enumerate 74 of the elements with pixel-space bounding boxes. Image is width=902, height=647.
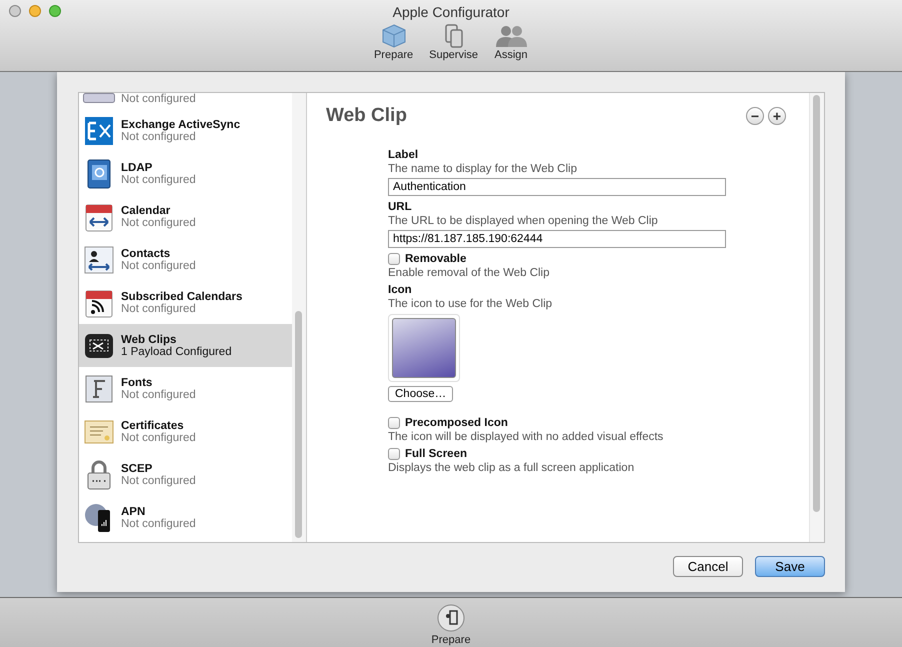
field-label: Icon xyxy=(388,284,412,296)
cancel-button[interactable]: Cancel xyxy=(673,556,743,577)
field-label: URL xyxy=(388,201,413,213)
scrollbar-thumb[interactable] xyxy=(295,311,302,538)
contacts-icon xyxy=(83,244,115,276)
field-description: The icon will be displayed with no added visual effects xyxy=(388,431,664,443)
payload-status: Not configured xyxy=(121,260,196,272)
payload-name: Web Clips xyxy=(121,334,178,346)
payload-name: Certificates xyxy=(121,420,185,432)
image-well[interactable] xyxy=(388,314,460,382)
toolbar-button[interactable]: Supervise xyxy=(429,24,478,61)
payload-name: Fonts xyxy=(121,376,154,388)
payload-name: Subscribed Calendars xyxy=(121,290,242,302)
field-label: Label xyxy=(388,149,420,161)
payload-status: Not configured xyxy=(121,432,196,444)
window-title: Apple Configurator xyxy=(392,4,510,20)
payload-status: Not configured xyxy=(121,302,197,314)
people-icon xyxy=(494,24,528,48)
payload-status: Not configured xyxy=(121,216,196,228)
payload-title: Web Clip xyxy=(326,105,407,127)
payload-status: Not configured xyxy=(121,388,196,400)
device-gear-icon xyxy=(436,604,465,632)
exchange-icon xyxy=(83,114,115,146)
payload-name: APN xyxy=(121,506,146,518)
checkbox-label: Full Screen xyxy=(405,448,467,460)
checkbox-label: Precomposed Icon xyxy=(405,417,508,429)
payload-list-item[interactable]: Subscribed Calendars Not configured xyxy=(79,281,292,324)
payload-status: 1 Payload Configured xyxy=(121,346,232,358)
cube-icon xyxy=(380,24,407,48)
add-button[interactable]: + xyxy=(768,107,786,125)
text-field[interactable]: Authentication xyxy=(388,178,726,196)
payload-list-item[interactable]: Not configured xyxy=(79,93,292,109)
field-description: The icon to use for the Web Clip xyxy=(388,298,552,310)
checkbox[interactable] xyxy=(388,448,400,460)
payload-name: LDAP xyxy=(121,162,154,174)
payload-name: Calendar xyxy=(121,204,172,216)
payload-status: Not configured xyxy=(121,518,196,530)
payload-status: Not configured xyxy=(121,93,196,105)
checkbox[interactable] xyxy=(388,417,400,429)
checkbox[interactable] xyxy=(388,253,400,265)
text-field[interactable]: https://81.187.185.190:62444 xyxy=(388,230,726,248)
payload-name: SCEP xyxy=(121,462,154,474)
field-description: The URL to be displayed when opening the Web Clip xyxy=(388,215,659,227)
payload-name: Contacts xyxy=(121,248,172,260)
field-description: The name to display for the Web Clip xyxy=(388,163,578,175)
payload-name: Exchange ActiveSync xyxy=(121,118,240,130)
save-button[interactable]: Save xyxy=(755,556,825,577)
tray-icon xyxy=(83,93,115,103)
payload-list-item[interactable]: Web Clips 1 Payload Configured xyxy=(79,324,292,367)
payload-list-item[interactable]: Fonts Not configured xyxy=(79,367,292,410)
payload-status: Not configured xyxy=(121,174,196,186)
field-description: Enable removal of the Web Clip xyxy=(388,267,551,279)
checkbox-label: Removable xyxy=(405,253,466,265)
field-description: Displays the web clip as a full screen application xyxy=(388,462,636,474)
scrollbar-thumb[interactable] xyxy=(813,95,820,512)
remove-button[interactable]: − xyxy=(746,107,764,125)
payload-list-item[interactable]: Certificates Not configured xyxy=(79,410,292,453)
close-button[interactable] xyxy=(9,5,21,17)
payload-list-item[interactable]: APN Not configured xyxy=(79,496,292,539)
payload-list-item[interactable]: SCEP Not configured xyxy=(79,453,292,496)
logo-image-placeholder xyxy=(392,318,456,378)
minimize-button[interactable] xyxy=(29,5,41,17)
zoom-button[interactable] xyxy=(49,5,61,17)
payload-list-item[interactable]: Calendar Not configured xyxy=(79,195,292,238)
toolbar-button[interactable]: Assign xyxy=(494,24,528,61)
font-icon xyxy=(83,372,115,404)
payload-list-item[interactable]: Exchange ActiveSync Not configured xyxy=(79,109,292,152)
toolbar-button[interactable]: Prepare xyxy=(374,24,414,61)
payload-list-item[interactable]: LDAP Not configured xyxy=(79,152,292,195)
payload-list-item[interactable]: Contacts Not configured xyxy=(79,238,292,281)
payload-status: Not configured xyxy=(121,474,196,486)
prepare-button[interactable]: Prepare xyxy=(431,598,471,647)
payload-status: Not configured xyxy=(121,130,197,142)
choose-button[interactable]: Choose… xyxy=(388,386,454,402)
